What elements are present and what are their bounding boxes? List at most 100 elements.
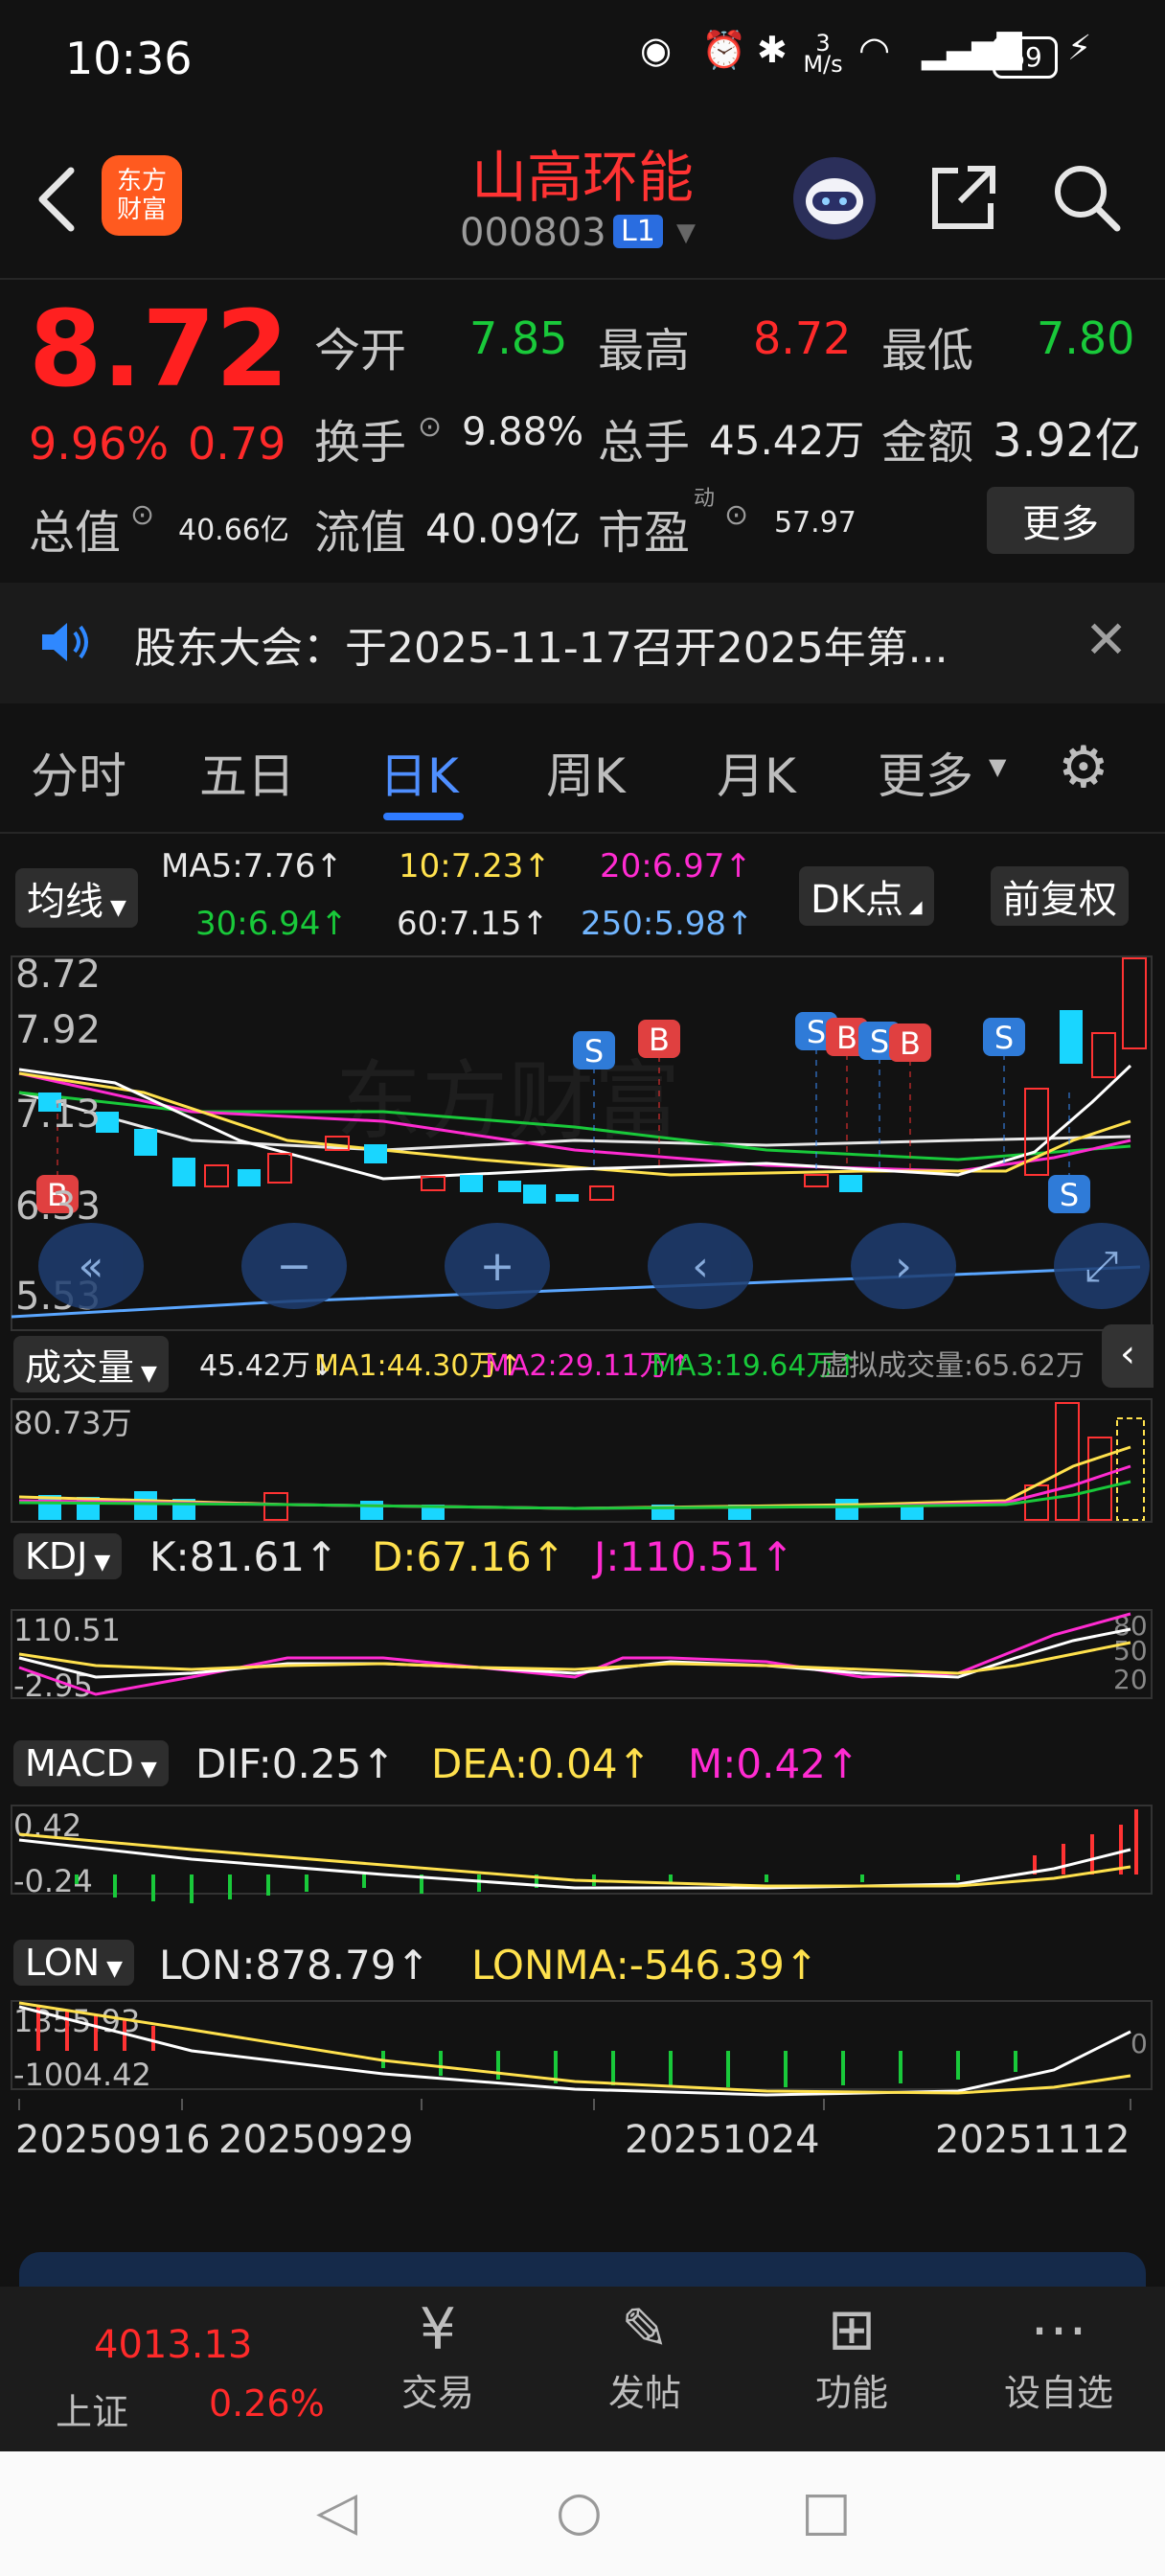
ma20-value: 20:6.97↑ [600,847,752,886]
index-name: 上证 [56,2391,129,2433]
amount-value: 3.92亿 [993,414,1141,468]
notice-text[interactable]: 股东大会：于2025-11-17召开2025年第... [134,613,948,675]
lon-select[interactable]: LON ▼ [13,1940,135,1986]
kdj-select-label: KDJ [25,1535,88,1577]
amount-label: 金额 [881,416,974,470]
float-label: 流值 [314,506,407,560]
gear-icon[interactable]: ⚙ [1058,734,1109,801]
nav-post[interactable]: ✎ 发帖 [573,2296,717,2416]
current-price: 8.72 [29,288,289,410]
chevron-right-icon[interactable]: › [851,1223,956,1309]
more-button[interactable]: 更多 [987,487,1134,554]
share-icon[interactable] [925,159,1002,236]
lon-select-label: LON [25,1942,101,1984]
chevron-down-icon: ▼ [103,896,126,920]
zoom-out-icon[interactable]: − [241,1223,347,1309]
nav-trade[interactable]: ¥ 交易 [366,2296,510,2416]
chevron-down-icon[interactable]: ▼ [989,753,1006,780]
lonma-value: LONMA:-546.39↑ [471,1942,819,1989]
yuan-icon: ¥ [419,2296,457,2363]
low-value: 7.80 [1037,312,1135,364]
volume-label: 总手 [598,416,691,470]
ma30-value: 30:6.94↑ [195,905,348,943]
index-ticker[interactable]: 4013.13 上证 0.26% [0,2300,383,2434]
kdj-j-line [18,1612,1131,1696]
lon-value: LON:878.79↑ [159,1942,430,1989]
nav-trade-label: 交易 [400,2372,474,2414]
x-label: 20250929 [218,2118,414,2162]
change-percent: 9.96% [29,418,170,470]
fullscreen-icon[interactable]: ⤢ [1054,1223,1150,1309]
robot-assistant-icon[interactable] [793,157,876,240]
vol-ma3-line [18,1480,1131,1510]
chevron-down-icon: ▼ [87,1551,111,1575]
wifi-icon: ◠ [858,29,891,71]
y-label: 7.13 [15,1092,101,1137]
tab-daily-k[interactable]: 日K [379,738,459,807]
signal-label: S [807,1014,826,1050]
dk-point-button[interactable]: DK点 ◢ [799,866,934,926]
macd-select[interactable]: MACD ▼ [13,1740,169,1786]
macd-histogram [75,1874,960,1903]
y-label: 7.92 [15,1008,101,1052]
macd-min-label: -0.24 [13,1863,93,1899]
chevron-down-icon[interactable]: ▼ [676,218,696,247]
info-icon[interactable]: ⊙ [130,498,154,532]
grid-icon: ⊞ [827,2296,877,2363]
net-speed: 3 M/s [803,30,843,78]
adjust-button[interactable]: 前复权 [991,866,1129,926]
kdj-select[interactable]: KDJ ▼ [13,1533,123,1579]
tab-more[interactable]: 更多 [878,738,973,807]
zoom-in-icon[interactable]: + [445,1223,550,1309]
volume-select[interactable]: 成交量 ▼ [13,1336,169,1392]
open-value: 7.85 [469,312,568,364]
chevron-down-icon: ▼ [134,1362,157,1386]
volume-select-label: 成交量 [25,1346,135,1389]
pe-dynamic-sup: 动 [694,487,716,511]
chevron-left-icon[interactable]: ‹ [648,1223,753,1309]
x-label: 20251112 [935,2118,1131,2162]
macd-dif: DIF:0.25↑ [195,1740,396,1787]
system-recents-icon[interactable]: □ [801,2480,852,2542]
level-badge[interactable]: L1 [613,215,663,248]
tab-weekly-k[interactable]: 周K [546,738,626,807]
system-back-icon[interactable]: ◁ [316,2480,357,2542]
turnover-label: 换手 [314,416,407,470]
tab-intraday[interactable]: 分时 [31,738,126,807]
nav-post-label: 发帖 [607,2372,681,2414]
signal-label: S [994,1020,1014,1056]
pe-value: 57.97 [774,506,857,540]
lon-panel-frame [11,2000,1153,2090]
system-home-icon[interactable]: ○ [556,2480,603,2542]
turnover-value: 9.88% [462,410,584,454]
search-icon[interactable] [1048,159,1125,236]
scroll-left-fast-icon[interactable]: « [38,1223,144,1309]
mktcap-label: 总值 [29,506,122,560]
kdj-panel-frame [11,1609,1153,1699]
kdj-j: J:110.51↑ [594,1533,794,1580]
low-label: 最低 [881,324,974,378]
kdj-level: 20 [1113,1664,1148,1695]
chevron-down-icon: ▼ [100,1957,124,1981]
nav-functions[interactable]: ⊞ 功能 [780,2296,924,2416]
virtual-volume: 虚拟成交量:65.62万 [820,1349,1085,1383]
info-icon[interactable]: ⊙ [418,410,442,444]
collapse-panel-icon[interactable]: ‹ [1102,1324,1154,1388]
corner-icon: ◢ [903,897,923,917]
indicator-select-label: 均线 [27,880,103,924]
nav-functions-label: 功能 [814,2372,888,2414]
tab-monthly-k[interactable]: 月K [717,738,796,807]
ma10-value: 10:7.23↑ [399,847,551,886]
kdj-d: D:67.16↑ [372,1533,565,1580]
close-icon[interactable]: ✕ [1085,610,1128,670]
lon-zero-label: 0 [1131,2028,1148,2059]
nav-watchlist-label: 设自选 [1003,2372,1113,2414]
x-axis-ticks [18,2099,1131,2110]
lon-min-label: -1004.42 [13,2057,151,2093]
open-label: 今开 [314,324,407,378]
nav-watchlist[interactable]: ⋯ 设自选 [987,2296,1131,2416]
macd-select-label: MACD [25,1742,134,1784]
info-icon[interactable]: ⊙ [724,498,748,532]
indicator-select[interactable]: 均线 ▼ [15,868,138,928]
tab-five-day[interactable]: 五日 [199,738,295,807]
